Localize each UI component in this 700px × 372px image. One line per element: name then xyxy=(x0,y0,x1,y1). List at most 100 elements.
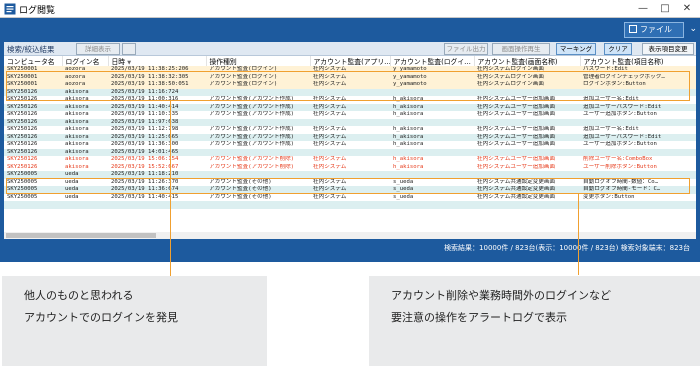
table-cell: akisora xyxy=(65,163,89,170)
replay-screen-button[interactable]: 画面操作再生 xyxy=(492,43,550,55)
table-cell: h_akisora xyxy=(390,103,474,111)
table-cell: 社内システム xyxy=(313,163,347,170)
change-columns-button[interactable]: 表示項目変更 xyxy=(642,43,694,55)
table-cell: 2025/03/19 14:01:465 xyxy=(108,148,206,156)
status-bar: 検索結果：10000件 / 823台(表示：10000件 / 823台) 検索対… xyxy=(4,239,696,256)
log-viewer-window: ログ閲覧 — □ ✕ ファイル ⌄ 検索/絞込結果 詳細表示 ファイル出力 画面… xyxy=(0,0,700,262)
column-header[interactable]: コンピュータ名 xyxy=(4,56,63,66)
table-cell: akisora xyxy=(62,103,108,111)
table-cell: SKY250126 xyxy=(4,133,62,141)
table-cell: SKY250126 xyxy=(7,156,38,162)
column-header[interactable]: アカウント監査(画面名称) xyxy=(474,56,581,66)
table-cell: 社内システムユーザー追加画面 xyxy=(477,163,556,170)
table-cell: SKY250126 xyxy=(7,141,38,147)
file-menu-label: ファイル xyxy=(640,25,672,34)
table-cell: 2025/03/19 11:40:414 xyxy=(108,103,206,111)
chevron-down-icon[interactable]: ⌄ xyxy=(689,24,697,34)
table-cell xyxy=(310,148,390,156)
table-cell: アカウント監査(アカウント作成) xyxy=(206,133,310,141)
table-cell: 社内システム共通設定変更画面 xyxy=(477,193,556,200)
table-row[interactable]: SKY250126 akisora 2025/03/19 14:01:465 xyxy=(4,148,696,156)
table-cell xyxy=(206,148,310,156)
table-cell: akisora xyxy=(62,133,108,141)
table-cell: SKY250126 xyxy=(4,103,62,111)
maximize-icon[interactable]: □ xyxy=(654,1,676,17)
table-cell xyxy=(474,118,580,126)
table-cell: 社内システムユーザー追加画面 xyxy=(477,156,556,162)
column-header[interactable]: アカウント監査(アプリ… xyxy=(310,56,391,66)
table-cell: h_akisora xyxy=(393,141,424,147)
column-header[interactable]: アカウント監査(ログイ… xyxy=(390,56,475,66)
file-export-button[interactable]: ファイル出力 xyxy=(444,43,488,55)
marking-button[interactable]: マーキング xyxy=(556,43,596,55)
table-cell: 2025/03/19 11:25:665 xyxy=(108,133,206,141)
minimize-icon[interactable]: — xyxy=(632,1,654,17)
table-cell xyxy=(4,201,62,209)
table-cell: 追加ユーザーパスワード:Edit xyxy=(580,133,696,141)
file-menu-button[interactable]: ファイル xyxy=(624,22,684,38)
table-cell: akisora xyxy=(65,156,89,162)
table-cell xyxy=(390,201,474,209)
table-cell xyxy=(474,148,580,156)
table-cell: 社内システム xyxy=(313,193,347,200)
table-cell: ユーザー追加ボタン:Button xyxy=(583,111,657,117)
table-cell: 社内システム xyxy=(313,126,347,132)
detail-view-button[interactable]: 詳細表示 xyxy=(76,43,120,55)
column-header[interactable]: アカウント監査(項目名称) xyxy=(580,56,696,66)
table-cell: akisora xyxy=(65,111,89,117)
table-cell: 追加ユーザー名:Edit xyxy=(583,126,639,132)
table-cell xyxy=(580,148,696,156)
callout-left-line2: アカウントでのログインを発見 xyxy=(24,311,178,324)
table-cell: アカウント監査(アカウント削除) xyxy=(209,156,295,162)
table-cell: h_akisora xyxy=(393,156,424,162)
column-header[interactable]: ログイン名 xyxy=(62,56,109,66)
table-cell: 2025/03/19 11:10:335 xyxy=(111,111,179,117)
table-cell xyxy=(206,118,310,126)
table-cell: アカウント監査(アカウント作成) xyxy=(209,141,295,147)
close-icon[interactable]: ✕ xyxy=(676,1,698,17)
table-cell: 2025/03/19 11:40:415 xyxy=(111,193,179,200)
table-cell: SKY250126 xyxy=(7,163,38,170)
table-row[interactable]: SKY250126 akisora 2025/03/19 11:12:798 アカウン… xyxy=(4,126,696,134)
table-cell xyxy=(310,118,390,126)
callout-right: アカウント削除や業務時間外のログインなど 要注意の操作をアラートログで表示 xyxy=(369,276,700,366)
table-cell xyxy=(310,201,390,209)
table-row[interactable]: SKY250126 akisora 2025/03/19 11:36:300 アカウン… xyxy=(4,141,696,149)
table-row[interactable]: SKY250126 akisora 2025/03/19 11:97:638 xyxy=(4,118,696,126)
status-text: 検索結果：10000件 / 823台(表示：10000件 / 823台) 検索対… xyxy=(444,244,690,252)
table-cell: ueda xyxy=(65,193,79,200)
table-cell: SKY250126 xyxy=(4,118,62,126)
scrollbar-thumb[interactable] xyxy=(6,233,156,238)
table-row[interactable]: SKY250126 akisora 2025/03/19 15:06:154 アカウン… xyxy=(4,156,696,164)
highlight-login-rows xyxy=(6,71,690,101)
clear-button[interactable]: クリア xyxy=(604,43,632,55)
table-row[interactable] xyxy=(4,201,696,209)
table-cell: 社内システム xyxy=(313,111,347,117)
callout-left-line1: 他人のものと思われる xyxy=(24,289,134,302)
table-cell: h_akisora xyxy=(393,111,424,117)
table-cell: ユーザー追加ボタン:Button xyxy=(583,141,657,147)
table-row[interactable]: SKY250126 akisora 2025/03/19 11:10:335 アカウン… xyxy=(4,111,696,119)
title-bar: ログ閲覧 — □ ✕ xyxy=(0,0,700,18)
table-cell: akisora xyxy=(65,141,89,147)
filter-button-blank[interactable] xyxy=(122,43,136,55)
callout-left: 他人のものと思われる アカウントでのログインを発見 xyxy=(2,276,267,366)
table-cell: アカウント監査(アカウント削除) xyxy=(209,163,295,170)
table-row[interactable]: SKY250126 akisora 2025/03/19 11:25:665 アカウン… xyxy=(4,133,696,141)
table-cell: 社内システムユーザー追加画面 xyxy=(477,141,556,147)
table-row[interactable]: SKY250005 ueda 2025/03/19 11:40:415 アカウント監査… xyxy=(4,194,696,202)
horizontal-scrollbar[interactable] xyxy=(4,232,696,239)
table-row[interactable]: SKY250126 akisora 2025/03/19 15:52:667 アカウン… xyxy=(4,164,696,172)
table-cell: 削除ユーザー名:ComboBox xyxy=(583,156,653,162)
table-cell: 社内システム xyxy=(310,133,390,141)
column-header[interactable]: 日時 ▼ xyxy=(108,56,207,66)
callout-right-line1: アカウント削除や業務時間外のログインなど xyxy=(391,289,611,302)
table-cell: 追加ユーザーパスワード:Edit xyxy=(580,103,696,111)
highlight-alert-rows xyxy=(6,178,690,194)
table-cell: 社内システムユーザー追加画面 xyxy=(474,103,580,111)
table-cell xyxy=(108,201,206,209)
table-row[interactable]: SKY250126 akisora 2025/03/19 11:40:414 アカウン… xyxy=(4,103,696,111)
table-cell: 変更ボタン:Button xyxy=(583,193,635,200)
column-header[interactable]: 操作種別 xyxy=(206,56,311,66)
table-cell xyxy=(390,118,474,126)
